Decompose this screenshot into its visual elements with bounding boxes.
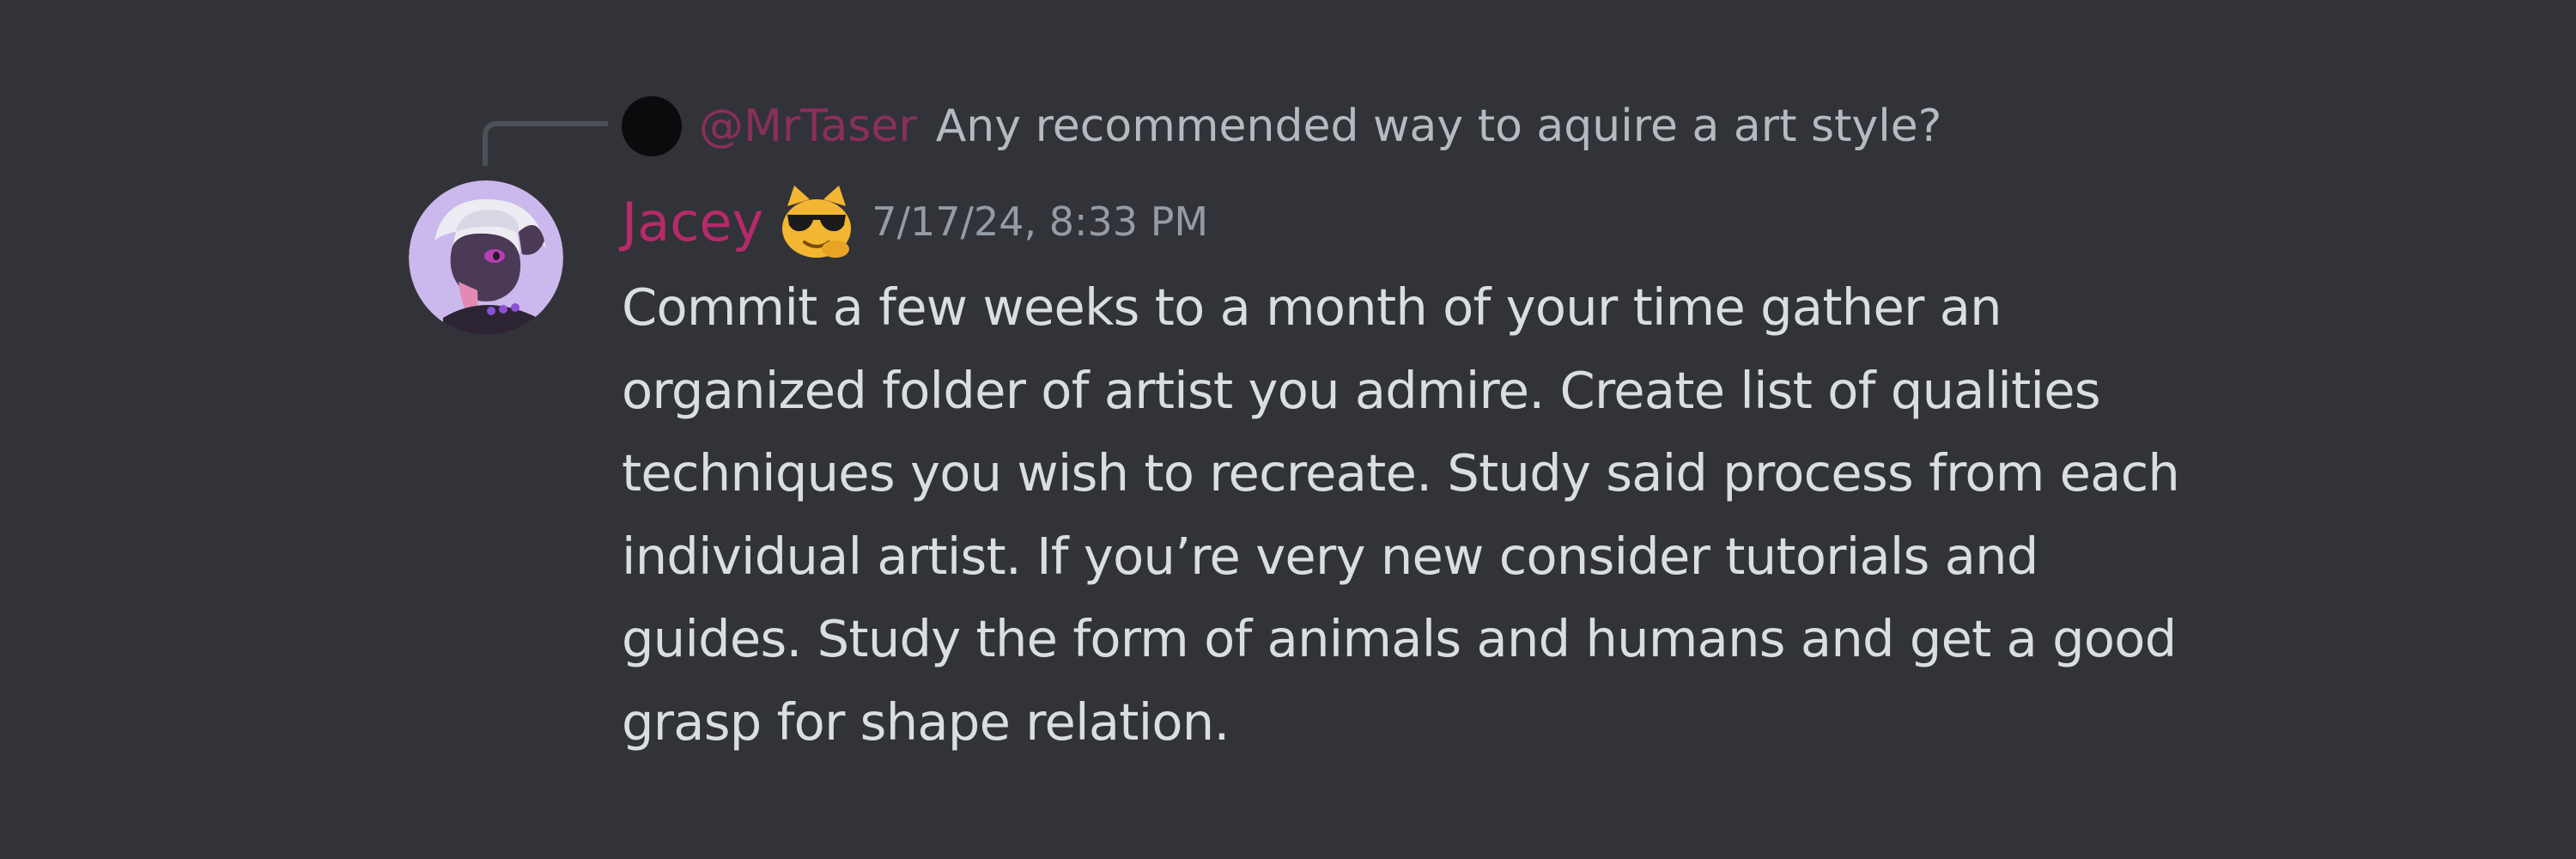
avatar[interactable] <box>409 180 563 335</box>
message-line: guides. Study the form of animals and hu… <box>622 609 2177 668</box>
avatar-image <box>409 180 563 335</box>
message-line: organized folder of artist you admire. C… <box>622 360 2101 420</box>
cool-sunglasses-emoji-icon[interactable] <box>775 180 858 263</box>
message-content: Commit a few weeks to a month of your ti… <box>622 266 2305 764</box>
message-line: techniques you wish to recreate. Study s… <box>622 443 2180 503</box>
reply-author[interactable]: @MrTaser <box>699 101 917 152</box>
timestamp[interactable]: 7/17/24, 8:33 PM <box>872 198 1208 245</box>
message-header: Jacey 7/17/24, 8:33 PM <box>622 179 1208 265</box>
reply-avatar[interactable] <box>622 96 682 156</box>
reply-spine-connector <box>483 121 608 166</box>
username[interactable]: Jacey <box>622 191 763 253</box>
reply-preview-text[interactable]: Any recommended way to aquire a art styl… <box>936 101 1942 152</box>
message-line: grasp for shape relation. <box>622 691 1230 752</box>
message-line: Commit a few weeks to a month of your ti… <box>622 277 2002 337</box>
reply-reference[interactable]: @MrTaser Any recommended way to aquire a… <box>622 94 1941 158</box>
message-line: individual artist. If you’re very new co… <box>622 526 2038 586</box>
chat-message: @MrTaser Any recommended way to aquire a… <box>0 0 2576 859</box>
